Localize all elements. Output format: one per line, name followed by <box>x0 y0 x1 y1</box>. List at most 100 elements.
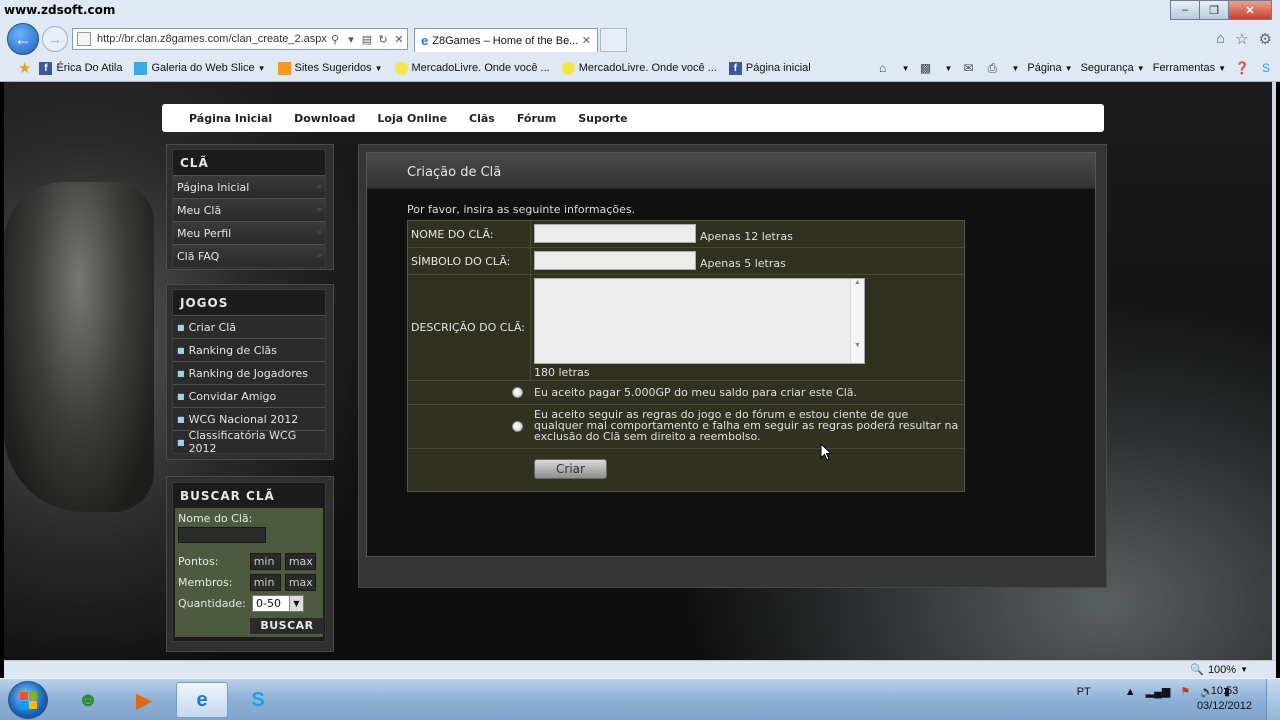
network-icon[interactable]: ▂▄▆ <box>1146 685 1171 698</box>
zoom-control[interactable]: 🔍 100% ▼ <box>1190 663 1248 677</box>
aceite-regras-text: Eu aceito seguir as regras do jogo e do … <box>534 408 959 443</box>
aceite-regras-radio[interactable] <box>512 421 523 432</box>
tools-menu[interactable]: Ferramentas ▼ <box>1153 62 1226 74</box>
membros-max-input[interactable]: max <box>284 574 316 591</box>
sidebar-item-ranking-jogadores[interactable]: ■ Ranking de Jogadores <box>173 361 325 384</box>
skype-icon[interactable]: S <box>1258 61 1274 75</box>
address-bar[interactable]: http://br.clan.z8games.com/clan_create_2… <box>72 28 408 50</box>
stop-icon[interactable]: ✕ <box>391 33 407 46</box>
page-scrollbar[interactable] <box>1272 82 1276 660</box>
mail-icon[interactable]: ✉ <box>960 61 976 75</box>
favorites-icon[interactable]: ★ <box>18 59 31 77</box>
chevron-down-icon[interactable]: ▼ <box>289 596 303 611</box>
minimize-button[interactable]: – <box>1170 0 1200 20</box>
skype-icon[interactable]: S <box>232 682 284 718</box>
internet-explorer-icon[interactable]: e <box>176 682 228 718</box>
cla-box: CLÃ Página Inicial» Meu Clã» Meu Perfil»… <box>172 149 326 268</box>
sidebar-item-meu-perfil[interactable]: Meu Perfil» <box>173 221 325 244</box>
bullet-icon: ■ <box>177 322 185 332</box>
sidebar-item-classificatoria-wcg[interactable]: ■ Classificatória WCG 2012 <box>173 429 325 455</box>
criar-button[interactable]: Criar <box>534 459 607 479</box>
address-url[interactable]: http://br.clan.z8games.com/clan_create_2… <box>97 33 327 45</box>
search-icon[interactable]: ⚲ <box>327 33 343 46</box>
back-button[interactable]: ← <box>7 23 39 55</box>
sidebar-item-ranking-clas[interactable]: ■ Ranking de Clãs <box>173 338 325 361</box>
maximize-button[interactable]: ❐ <box>1199 0 1229 20</box>
chevron-down-icon[interactable]: ▼ <box>902 64 910 73</box>
print-icon[interactable]: ⎙ <box>984 61 1000 75</box>
nome-hint: Apenas 12 letras <box>700 230 793 243</box>
soldier-artwork <box>4 182 154 512</box>
site-top-nav: Página Inicial Download Loja Online Clãs… <box>162 104 1104 132</box>
gear-icon[interactable]: ⚙ <box>1259 30 1272 48</box>
show-desktop-button[interactable] <box>1266 679 1280 720</box>
nav-download[interactable]: Download <box>294 112 355 125</box>
intro-text: Por favor, insira as seguinte informaçõe… <box>407 203 636 216</box>
nav-pagina-inicial[interactable]: Página Inicial <box>189 112 272 125</box>
sidebar-item-convidar-amigo[interactable]: ■ Convidar Amigo <box>173 384 325 407</box>
row-simbolo: SÍMBOLO DO CLÃ: Apenas 5 letras <box>408 248 964 275</box>
tab-title: Z8Games – Home of the Be... <box>432 34 578 47</box>
close-window-button[interactable]: ✕ <box>1228 0 1272 20</box>
browser-chrome: www.zdsoft.com – ❐ ✕ ← → http://br.clan.… <box>0 0 1280 82</box>
media-player-icon[interactable]: ▶ <box>118 682 170 718</box>
clan-form: NOME DO CLÃ: Apenas 12 letras SÍMBOLO DO… <box>407 220 965 492</box>
sidebar-item-meu-cla[interactable]: Meu Clã» <box>173 198 325 221</box>
web-page: Página Inicial Download Loja Online Clãs… <box>4 82 1276 660</box>
nav-suporte[interactable]: Suporte <box>578 112 627 125</box>
zoom-level: 100% <box>1207 663 1237 676</box>
help-icon[interactable]: ❓ <box>1234 61 1250 75</box>
page-menu[interactable]: Página ▼ <box>1027 62 1072 74</box>
sidebar-item-wcg-nacional[interactable]: ■ WCG Nacional 2012 <box>173 407 325 430</box>
favorite-item-4[interactable]: MercadoLivre. Onde você ... <box>561 61 717 75</box>
start-button[interactable] <box>8 681 48 719</box>
close-tab-icon[interactable]: ✕ <box>582 34 591 47</box>
textarea-scrollbar[interactable]: ▲ ▼ <box>850 279 864 363</box>
nav-clas[interactable]: Clãs <box>469 112 495 125</box>
sidebar-item-criar-cla[interactable]: ■ Criar Clã <box>173 315 325 338</box>
chevron-right-icon: » <box>316 251 322 261</box>
home-icon[interactable]: ⌂ <box>1216 30 1225 48</box>
new-tab-button[interactable] <box>600 28 627 52</box>
clock[interactable]: 10:53 03/12/2012 <box>1197 684 1252 714</box>
chevron-down-icon[interactable]: ▼ <box>945 64 953 73</box>
simbolo-label: SÍMBOLO DO CLÃ: <box>408 248 531 274</box>
membros-min-input[interactable]: min <box>249 574 281 591</box>
safety-menu[interactable]: Segurança ▼ <box>1081 62 1145 74</box>
mercadolivre-icon <box>394 61 408 75</box>
favorite-item-5[interactable]: f Página inicial <box>728 61 811 75</box>
rss-icon[interactable]: ▩ <box>918 61 934 75</box>
refresh-icon[interactable]: ↻ <box>375 33 391 46</box>
pontos-max-input[interactable]: max <box>284 553 316 570</box>
descricao-textarea[interactable]: ▲ ▼ <box>534 278 865 364</box>
dropdown-icon[interactable]: ▾ <box>343 33 359 46</box>
nav-forum[interactable]: Fórum <box>517 112 556 125</box>
sidebar-item-cla-faq[interactable]: Clã FAQ» <box>173 244 325 267</box>
buscar-form: Nome do Clã: Pontos: min max Membros: mi… <box>175 508 324 637</box>
nome-cla-input[interactable] <box>534 224 696 243</box>
quantidade-select[interactable]: 0-50 ▼ <box>252 595 304 612</box>
sidebar-item-pagina-inicial[interactable]: Página Inicial» <box>173 175 325 198</box>
favorite-item-2[interactable]: Sites Sugeridos ▼ <box>277 61 383 75</box>
nome-cla-search-input[interactable] <box>178 527 266 543</box>
favorite-item-1[interactable]: Galeria do Web Slice ▼ <box>134 61 266 75</box>
show-hidden-icon[interactable]: ▲ <box>1125 686 1136 698</box>
forward-button[interactable]: → <box>42 26 68 52</box>
pontos-min-input[interactable]: min <box>249 553 281 570</box>
chevron-down-icon[interactable]: ▼ <box>1011 64 1019 73</box>
nav-loja-online[interactable]: Loja Online <box>377 112 447 125</box>
language-indicator[interactable]: PT <box>1077 686 1091 698</box>
compat-view-icon[interactable]: ▤ <box>359 33 375 46</box>
action-center-icon[interactable]: ⚑ <box>1180 685 1190 698</box>
buscar-button[interactable]: BUSCAR <box>250 618 324 634</box>
people-icon[interactable]: ☻ <box>62 682 114 718</box>
row-descricao: DESCRIÇÃO DO CLÃ: ▲ ▼ 180 letras <box>408 275 964 381</box>
simbolo-cla-input[interactable] <box>534 251 696 270</box>
home-icon[interactable]: ⌂ <box>875 61 891 75</box>
tab-z8games[interactable]: e Z8Games – Home of the Be... ✕ <box>414 28 598 52</box>
favorite-item-0[interactable]: f Érica Do Atila <box>39 61 122 75</box>
favorite-item-3[interactable]: MercadoLivre. Onde você ... <box>394 61 550 75</box>
zoom-icon: 🔍 <box>1190 664 1204 676</box>
aceite-pagamento-radio[interactable] <box>512 387 523 398</box>
favorites-star-icon[interactable]: ☆ <box>1235 30 1248 48</box>
